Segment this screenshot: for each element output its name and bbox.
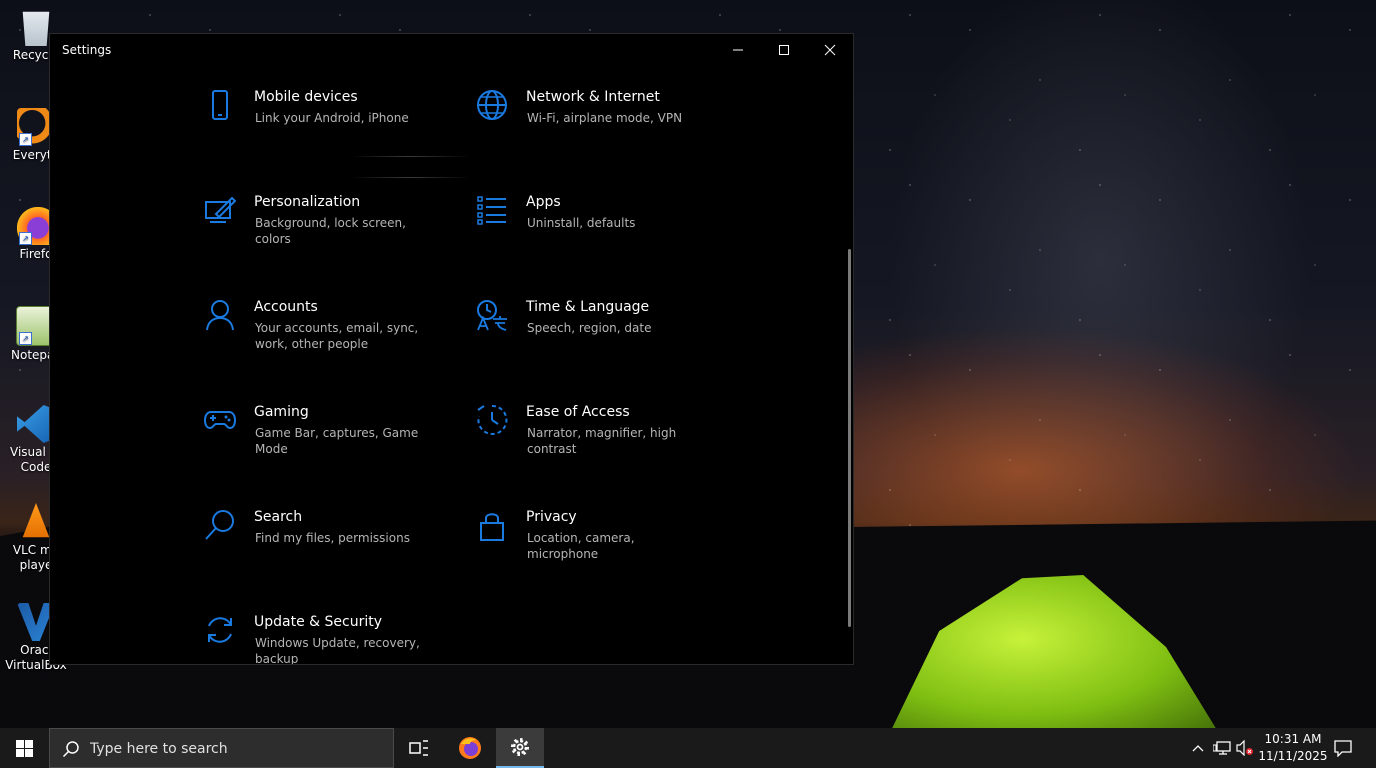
tile-title: Mobile devices <box>254 89 358 105</box>
close-button[interactable] <box>807 34 853 66</box>
minimize-icon <box>733 49 743 51</box>
taskbar-clock[interactable]: 10:31 AM 11/11/2025 <box>1254 731 1332 765</box>
tile-time-language[interactable]: Time & Language Speech, region, date <box>476 299 726 379</box>
tile-privacy[interactable]: Privacy Location, camera, microphone <box>476 509 726 589</box>
minimize-button[interactable] <box>715 34 761 66</box>
tile-ease-of-access[interactable]: Ease of Access Narrator, magnifier, high… <box>476 404 726 484</box>
tile-description: Narrator, magnifier, high contrast <box>527 426 677 456</box>
taskbar-firefox-button[interactable] <box>446 728 494 768</box>
close-icon <box>824 44 836 56</box>
tile-apps[interactable]: Apps Uninstall, defaults <box>476 194 726 274</box>
gear-icon <box>510 737 530 757</box>
start-button[interactable] <box>0 728 48 768</box>
settings-window: Settings Mobile devices Link your Androi… <box>49 33 854 665</box>
tile-network-internet[interactable]: Network & Internet Wi-Fi, airplane mode,… <box>476 89 726 169</box>
paint-icon <box>205 196 236 223</box>
tile-description: Wi-Fi, airplane mode, VPN <box>527 111 683 125</box>
task-view-icon <box>409 740 428 756</box>
tile-gaming[interactable]: Gaming Game Bar, captures, Game Mode <box>204 404 454 484</box>
lock-icon <box>480 513 504 541</box>
desktop-icon-label: Firefo <box>19 247 53 261</box>
tile-personalization[interactable]: Personalization Background, lock screen,… <box>204 194 454 274</box>
maximize-button[interactable] <box>761 34 807 66</box>
chevron-up-icon <box>1192 745 1204 752</box>
volume-muted-icon <box>1236 740 1253 756</box>
shortcut-arrow-icon: ↗ <box>19 232 32 245</box>
section-divider <box>350 177 470 178</box>
firefox-icon <box>459 737 481 759</box>
tile-mobile-devices[interactable]: Mobile devices Link your Android, iPhone <box>204 89 454 169</box>
network-icon <box>1213 741 1231 755</box>
tile-description: Link your Android, iPhone <box>255 111 409 125</box>
tile-title: Accounts <box>254 299 318 315</box>
tile-title: Update & Security <box>254 614 383 630</box>
tile-description: Uninstall, defaults <box>527 216 636 230</box>
tile-title: Personalization <box>254 194 361 210</box>
tile-title: Search <box>254 509 303 525</box>
vertical-scrollbar[interactable] <box>848 249 851 627</box>
globe-icon <box>477 90 507 120</box>
maximize-icon <box>779 45 789 55</box>
search-input[interactable] <box>88 738 382 760</box>
tile-title: Gaming <box>254 404 309 420</box>
tile-description: Location, camera, microphone <box>527 531 635 561</box>
tile-title: Privacy <box>526 509 577 525</box>
tile-description: Windows Update, recovery, backup <box>255 636 420 665</box>
ease-of-access-icon <box>477 404 508 435</box>
tile-title: Apps <box>526 194 561 210</box>
clock-time: 10:31 AM <box>1264 732 1322 746</box>
notification-icon <box>1334 740 1352 757</box>
network-tray-button[interactable] <box>1211 728 1233 768</box>
show-hidden-icons-button[interactable] <box>1188 728 1208 768</box>
task-view-button[interactable] <box>395 728 443 768</box>
action-center-button[interactable] <box>1330 728 1356 768</box>
tile-description: Your accounts, email, sync, work, other … <box>255 321 419 351</box>
tile-title: Network & Internet <box>526 89 660 105</box>
gamepad-icon <box>204 411 236 430</box>
tile-description: Find my files, permissions <box>255 531 410 545</box>
clock-date: 11/11/2025 <box>1258 749 1328 763</box>
time-language-icon <box>477 300 507 331</box>
search-icon <box>62 741 79 758</box>
title-bar[interactable]: Settings <box>50 34 853 66</box>
shortcut-arrow-icon: ↗ <box>19 332 32 345</box>
phone-icon <box>212 90 228 120</box>
window-title: Settings <box>62 43 112 57</box>
tile-update-security[interactable]: Update & Security Windows Update, recove… <box>204 614 454 665</box>
volume-tray-button[interactable] <box>1234 728 1256 768</box>
taskbar-settings-button[interactable] <box>496 728 544 768</box>
tile-title: Ease of Access <box>526 404 630 420</box>
windows-logo-icon <box>15 739 33 757</box>
taskbar-search-box[interactable] <box>49 728 394 768</box>
tile-search[interactable]: Search Find my files, permissions <box>204 509 454 589</box>
sync-icon <box>208 617 232 643</box>
apps-list-icon <box>477 196 506 225</box>
taskbar: 10:31 AM 11/11/2025 <box>0 728 1376 768</box>
tile-description: Game Bar, captures, Game Mode <box>255 426 419 456</box>
shortcut-arrow-icon: ↗ <box>19 133 32 146</box>
person-icon <box>206 300 234 331</box>
search-icon <box>205 510 234 540</box>
tile-description: Background, lock screen, colors <box>255 216 406 246</box>
tile-accounts[interactable]: Accounts Your accounts, email, sync, wor… <box>204 299 454 379</box>
tile-title: Time & Language <box>526 299 650 315</box>
tile-description: Speech, region, date <box>527 321 652 335</box>
